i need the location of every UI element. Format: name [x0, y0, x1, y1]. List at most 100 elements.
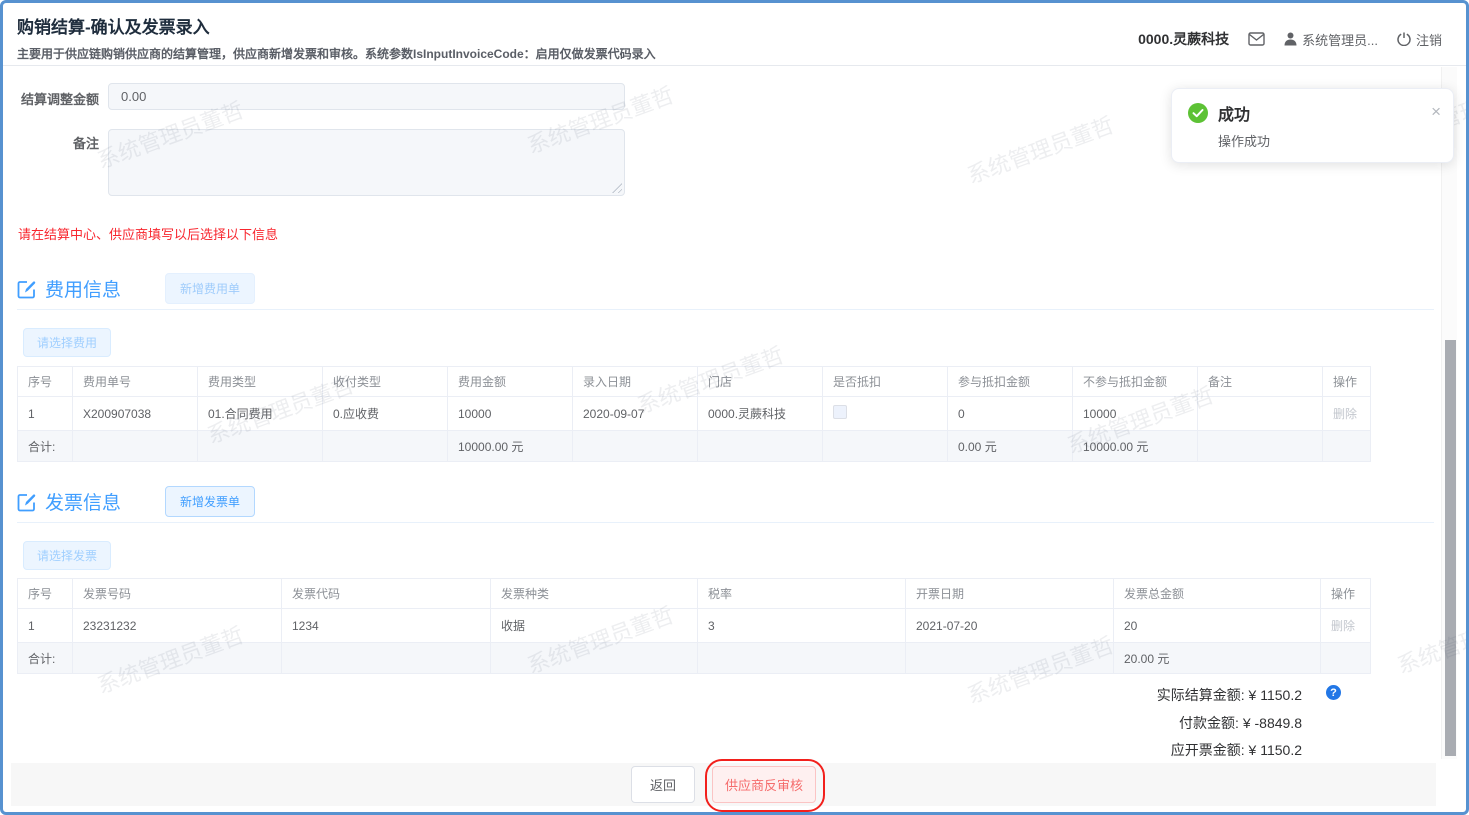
table-header-row: 序号 费用单号 费用类型 收付类型 费用金额 录入日期 门店 是否抵扣 参与抵扣金额 不参与抵扣金… [17, 366, 1371, 397]
fee-section-title: 费用信息 [45, 280, 122, 301]
column-header: 费用单号 [72, 366, 198, 397]
header-divider [3, 65, 1466, 66]
logout-button[interactable]: 注销 [1397, 30, 1442, 49]
scrollbar-thumb[interactable] [1445, 340, 1456, 756]
table-cell: 0 [947, 396, 1073, 431]
settlement-invoice-page: { "page": { "title": "购销结算-确认及发票录入", "su… [0, 0, 1469, 815]
table-total-row: 合计: 20.00 元 [17, 642, 1371, 674]
column-header: 参与抵扣金额 [947, 366, 1073, 397]
table-header-row: 序号 发票号码 发票代码 发票种类 税率 开票日期 发票总金额 操作 [17, 578, 1371, 609]
column-header: 发票种类 [490, 578, 698, 609]
column-header: 发票代码 [281, 578, 491, 609]
column-header: 操作 [1320, 578, 1371, 609]
success-check-icon [1188, 103, 1208, 123]
total-cell [572, 430, 698, 462]
table-cell: 1 [17, 396, 73, 431]
page-title: 购销结算-确认及发票录入 [17, 18, 210, 37]
remark-label: 备注 [72, 136, 99, 151]
table-row: 1 23231232 1234 收据 3 2021-07-20 20 删除 [17, 608, 1371, 643]
column-header: 序号 [17, 366, 73, 397]
invoice-section-divider [17, 522, 1434, 523]
mail-button[interactable] [1248, 32, 1265, 46]
total-cell [822, 430, 948, 462]
invoice-section-header: 发票信息 新增发票单 [17, 486, 256, 517]
table-cell: 10000 [447, 396, 573, 431]
fee-section-header: 费用信息 新增费用单 [17, 273, 256, 304]
fee-section-divider [17, 309, 1434, 310]
adjust-amount-label: 结算调整金额 [20, 92, 99, 107]
table-cell: 0.应收费 [322, 396, 448, 431]
total-cell [1322, 430, 1371, 462]
column-header: 收付类型 [322, 366, 448, 397]
select-fee-button[interactable]: 请选择费用 [23, 328, 112, 357]
add-fee-button[interactable]: 新增费用单 [165, 273, 256, 304]
warning-text: 请在结算中心、供应商填写以后选择以下信息 [18, 227, 279, 242]
table-cell: 01.合同费用 [197, 396, 323, 431]
page-subtitle: 主要用于供应链购销供应商的结算管理，供应商新增发票和审核。系统参数IsInput… [17, 47, 656, 61]
user-menu[interactable]: 系统管理员... [1284, 30, 1378, 49]
envelope-icon [1248, 32, 1265, 46]
total-cell [490, 642, 698, 674]
total-cell: 20.00 元 [1113, 642, 1321, 674]
table-cell: 10000 [1072, 396, 1198, 431]
action-cell: 删除 [1322, 396, 1371, 431]
payment-amount: 付款金额: ¥ -8849.8 [1179, 715, 1302, 731]
delete-link[interactable]: 删除 [1333, 407, 1357, 421]
total-cell: 10000.00 元 [1072, 430, 1198, 462]
column-header: 发票号码 [72, 578, 282, 609]
select-invoice-button[interactable]: 请选择发票 [23, 541, 112, 570]
success-toast: 成功 操作成功 × [1171, 88, 1454, 163]
power-icon [1397, 32, 1411, 46]
action-cell: 删除 [1320, 608, 1371, 643]
column-header: 序号 [17, 578, 73, 609]
invoice-table: 序号 发票号码 发票代码 发票种类 税率 开票日期 发票总金额 操作 1 23231232 1234… [17, 578, 1371, 674]
table-cell: 3 [697, 608, 906, 643]
total-cell [697, 430, 823, 462]
column-header: 门店 [697, 366, 823, 397]
delete-link[interactable]: 删除 [1331, 619, 1355, 633]
actual-settlement-amount: 实际结算金额: ¥ 1150.2 [1156, 687, 1302, 703]
column-header: 录入日期 [572, 366, 698, 397]
invoice-section-title: 发票信息 [45, 493, 122, 514]
table-cell [822, 396, 948, 431]
total-cell: 0.00 元 [947, 430, 1073, 462]
help-icon[interactable]: ? [1326, 685, 1341, 700]
table-cell [1197, 396, 1323, 431]
column-header: 开票日期 [905, 578, 1114, 609]
total-cell: 合计: [17, 430, 73, 462]
table-cell: 2020-09-07 [572, 396, 698, 431]
remark-textarea[interactable] [108, 129, 625, 196]
edit-icon [17, 279, 37, 299]
company-name: 0000.灵蕨科技 [1138, 31, 1230, 47]
column-header: 操作 [1322, 366, 1371, 397]
invoice-due-amount: 应开票金额: ¥ 1150.2 [1170, 742, 1302, 758]
table-row: 1 X200907038 01.合同费用 0.应收费 10000 2020-09-07 00… [17, 396, 1371, 431]
column-header: 不参与抵扣金额 [1072, 366, 1198, 397]
table-total-row: 合计: 10000.00 元 0.00 元 10000.00 元 [17, 430, 1371, 462]
supplier-reverse-audit-button[interactable]: 供应商反审核 [712, 766, 817, 803]
user-icon [1284, 32, 1297, 46]
logout-label: 注销 [1415, 32, 1442, 48]
total-cell [322, 430, 448, 462]
page-header: 购销结算-确认及发票录入 主要用于供应链购销供应商的结算管理，供应商新增发票和审… [17, 13, 656, 62]
total-cell [905, 642, 1114, 674]
edit-icon [17, 492, 37, 512]
watermark-text: 系统管理员董哲 [963, 112, 1118, 189]
total-cell: 合计: [17, 642, 73, 674]
close-icon[interactable]: × [1431, 103, 1441, 120]
total-cell [1320, 642, 1371, 674]
table-cell: 0000.灵蕨科技 [697, 396, 823, 431]
total-cell [697, 642, 906, 674]
total-cell: 10000.00 元 [447, 430, 573, 462]
deduct-checkbox[interactable] [833, 405, 847, 419]
back-button[interactable]: 返回 [630, 766, 695, 803]
column-header: 税率 [697, 578, 906, 609]
column-header: 备注 [1197, 366, 1323, 397]
toast-message: 操作成功 [1218, 134, 1271, 149]
table-cell: 1 [17, 608, 73, 643]
add-invoice-button[interactable]: 新增发票单 [165, 486, 256, 517]
column-header: 是否抵扣 [822, 366, 948, 397]
table-cell: 2021-07-20 [905, 608, 1114, 643]
table-cell: 20 [1113, 608, 1321, 643]
adjust-amount-input[interactable]: 0.00 [108, 83, 625, 110]
